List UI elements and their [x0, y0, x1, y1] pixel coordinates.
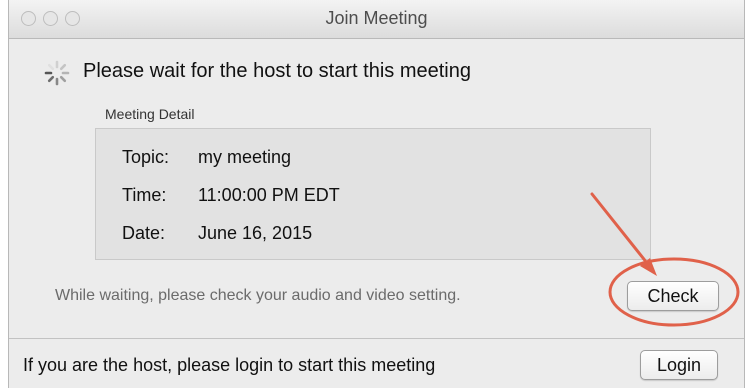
- check-button[interactable]: Check: [627, 281, 719, 311]
- window-title: Join Meeting: [325, 8, 428, 28]
- join-meeting-window: Join Meeting Please wait for the host to…: [8, 0, 745, 388]
- title-bar: Join Meeting: [9, 0, 744, 39]
- detail-row-date: Date: June 16, 2015: [122, 223, 312, 244]
- meeting-detail-box: Topic: my meeting Time: 11:00:00 PM EDT Da…: [95, 128, 651, 260]
- waiting-message: Please wait for the host to start this m…: [83, 60, 471, 82]
- host-login-hint: If you are the host, please login to sta…: [23, 355, 436, 375]
- loading-spinner-icon: [44, 60, 70, 86]
- detail-key: Time:: [122, 185, 167, 205]
- detail-row-topic: Topic: my meeting: [122, 147, 291, 168]
- detail-key: Date:: [122, 223, 166, 243]
- detail-row-time: Time: 11:00:00 PM EDT: [122, 185, 340, 206]
- meeting-detail-label: Meeting Detail: [105, 106, 195, 122]
- footer-divider: [9, 338, 744, 339]
- detail-value: 11:00:00 PM EDT: [198, 185, 340, 205]
- detail-value: June 16, 2015: [198, 223, 313, 243]
- detail-value: my meeting: [198, 147, 292, 167]
- audio-video-hint: While waiting, please check your audio a…: [55, 287, 461, 304]
- login-button[interactable]: Login: [640, 350, 718, 380]
- detail-key: Topic:: [122, 147, 170, 167]
